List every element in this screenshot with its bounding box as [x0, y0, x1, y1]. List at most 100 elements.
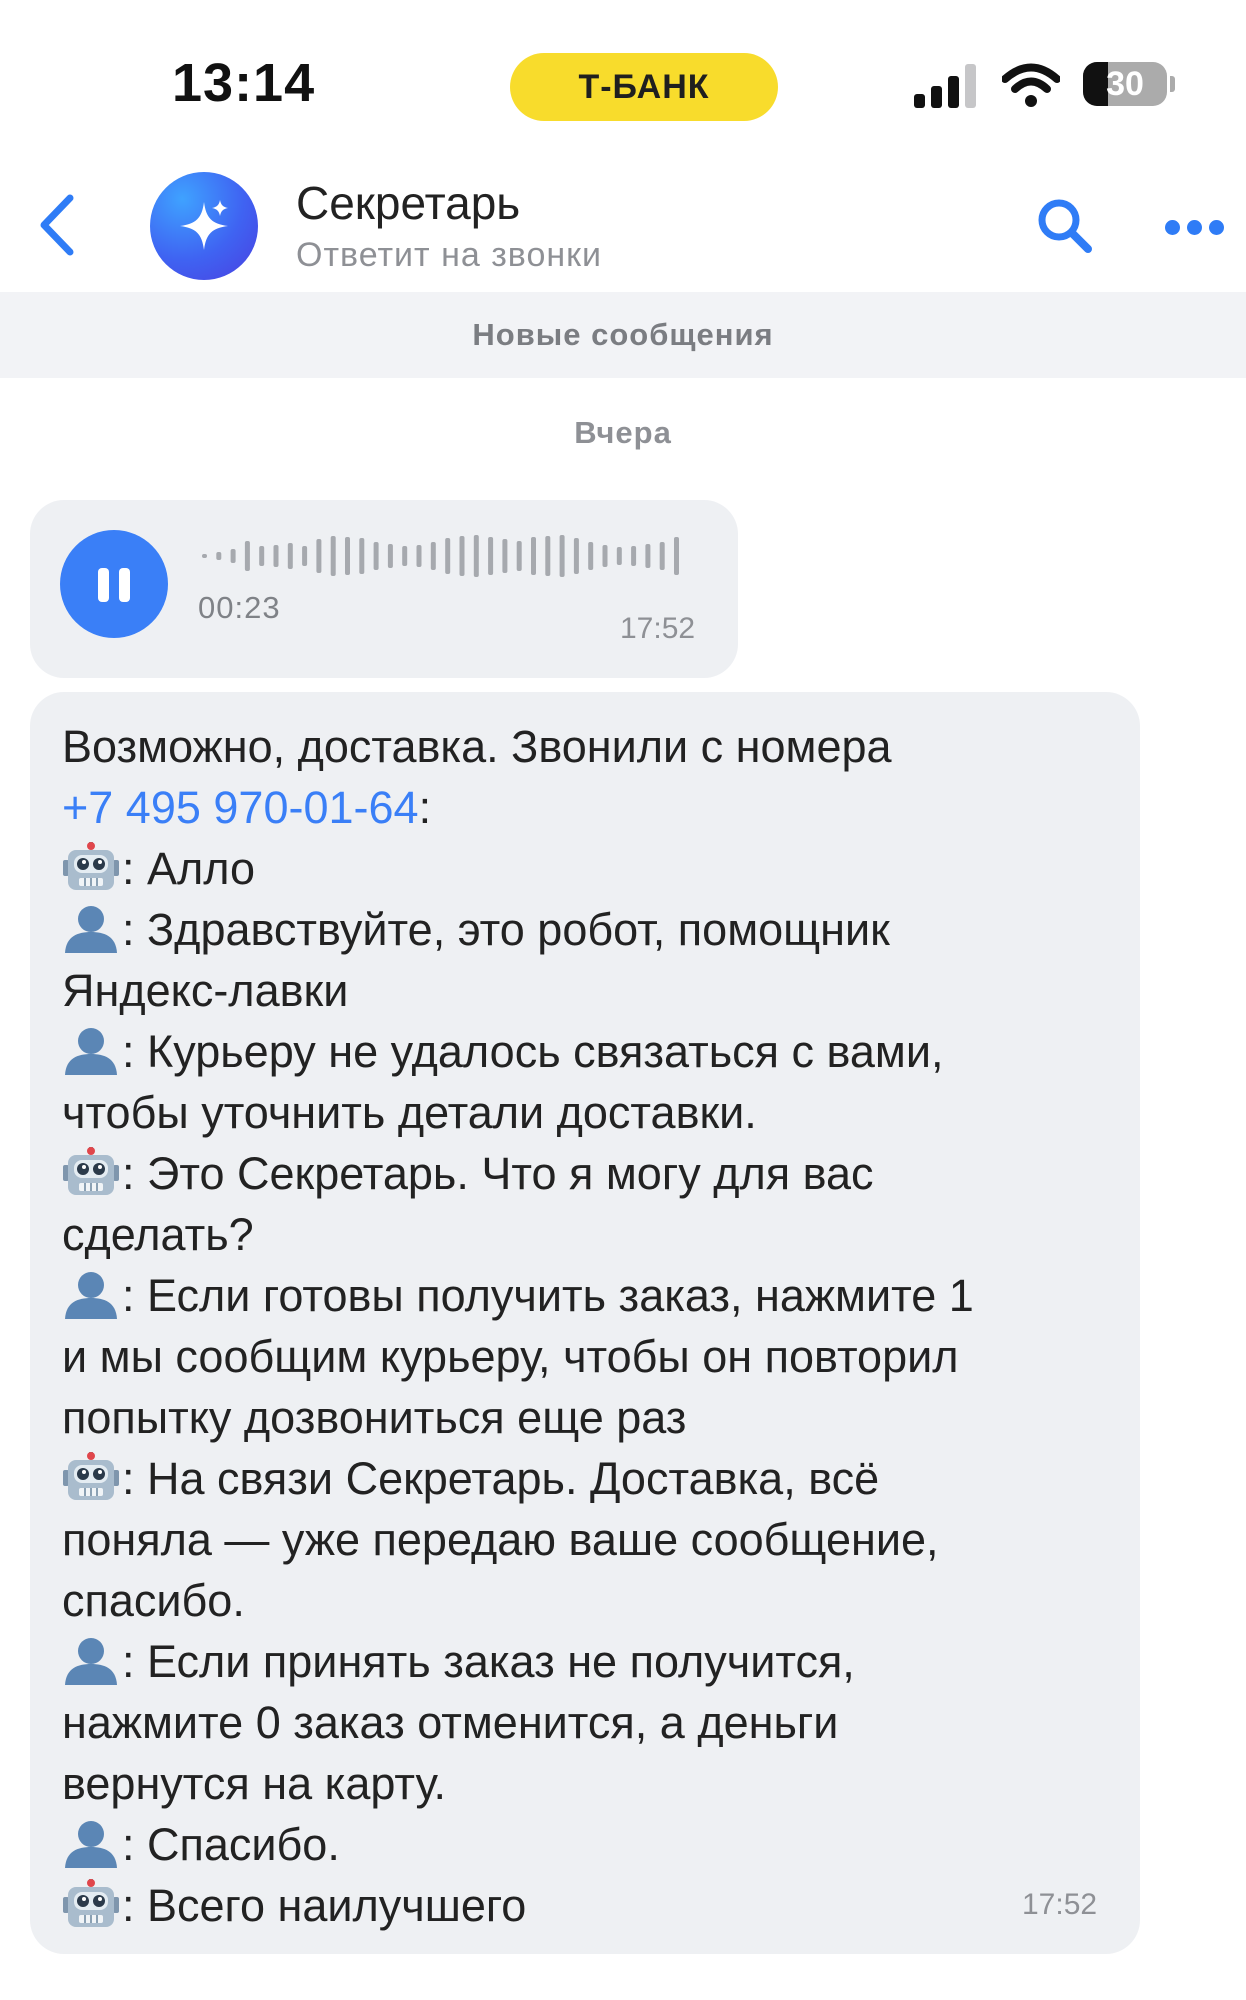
waveform-bar	[559, 535, 565, 577]
transcript: : Алло : Здравствуйте, это робот, помощни…	[62, 838, 1132, 1936]
waveform-bar	[545, 536, 551, 576]
sparkle-icon	[180, 200, 228, 250]
waveform-bar	[302, 546, 308, 566]
chat-title: Секретарь	[296, 177, 521, 229]
waveform-bar	[459, 536, 465, 576]
waveform-bar	[659, 542, 665, 570]
robot-face-icon	[62, 1879, 120, 1929]
pause-icon[interactable]	[60, 530, 168, 638]
transcript-text: нажмите 0 заказ отменится, а деньги	[62, 1697, 839, 1748]
phone-link[interactable]: +7 495 970-01-64	[62, 782, 419, 833]
transcript-line: сделать?	[62, 1204, 1132, 1265]
waveform[interactable]	[198, 528, 698, 584]
waveform-bar	[387, 544, 393, 568]
voice-duration: 00:23	[198, 590, 281, 625]
waveform-bar	[473, 535, 479, 577]
transcript-line: : Если готовы получить заказ, нажмите 1	[62, 1265, 1132, 1326]
robot-face-icon	[62, 1452, 120, 1502]
transcript-text: : Это Секретарь. Что я могу для вас	[122, 1148, 874, 1199]
wifi-icon	[1002, 63, 1060, 107]
waveform-bar	[588, 542, 594, 570]
status-time: 13:14	[172, 53, 316, 113]
waveform-bar	[345, 537, 350, 575]
person-silhouette-icon	[62, 903, 120, 953]
transcript-text: вернутся на карту.	[62, 1758, 447, 1809]
text-message-bubble[interactable]: Возможно, доставка. Звонили с номера +7 …	[30, 692, 1140, 1954]
waveform-bar	[445, 538, 451, 574]
transcript-text: : Всего наилучшего	[122, 1880, 527, 1931]
person-silhouette-icon	[62, 1269, 120, 1319]
search-icon[interactable]	[1035, 196, 1093, 254]
date-separator: Вчера	[574, 415, 672, 450]
person-silhouette-icon	[62, 1818, 120, 1868]
waveform-bar	[202, 554, 207, 558]
waveform-bar	[430, 542, 436, 570]
transcript-text: чтобы уточнить детали доставки.	[62, 1087, 757, 1138]
message-line: +7 495 970-01-64:	[62, 777, 1132, 838]
transcript-text: : Если принять заказ не получится,	[122, 1636, 855, 1687]
transcript-text: : На связи Секретарь. Доставка, всё	[122, 1453, 880, 1504]
robot-face-icon	[62, 842, 120, 892]
transcript-line: спасибо.	[62, 1570, 1132, 1631]
transcript-line: нажмите 0 заказ отменится, а деньги	[62, 1692, 1132, 1753]
transcript-text: поняла — уже передаю ваше сообщение,	[62, 1514, 939, 1565]
person-silhouette-icon	[62, 1635, 120, 1685]
transcript-line: чтобы уточнить детали доставки.	[62, 1082, 1132, 1143]
more-dots-icon[interactable]	[1165, 216, 1225, 240]
person-silhouette-icon	[62, 1025, 120, 1075]
waveform-bar	[631, 546, 637, 566]
transcript-text: : Курьеру не удалось связаться с вами,	[122, 1026, 944, 1077]
transcript-text: : Алло	[122, 843, 256, 894]
voice-message-bubble[interactable]: 00:23 17:52	[30, 500, 738, 678]
transcript-line: : На связи Секретарь. Доставка, всё	[62, 1448, 1132, 1509]
waveform-bar	[416, 545, 422, 567]
transcript-line: : Это Секретарь. Что я могу для вас	[62, 1143, 1132, 1204]
transcript-text: попытку дозвониться еще раз	[62, 1392, 687, 1443]
message-line: Возможно, доставка. Звонили с номера	[62, 721, 892, 772]
transcript-line: : Спасибо.	[62, 1814, 1132, 1875]
waveform-bar	[273, 545, 279, 567]
waveform-bar	[674, 537, 679, 575]
waveform-bar	[616, 547, 622, 565]
waveform-bar	[287, 543, 293, 569]
new-messages-label: Новые сообщения	[472, 317, 774, 352]
transcript-text: сделать?	[62, 1209, 254, 1260]
voice-message-time: 17:52	[620, 612, 696, 645]
transcript-text: : Спасибо.	[122, 1819, 340, 1870]
waveform-bar	[645, 544, 651, 568]
transcript-line: : Алло	[62, 838, 1132, 899]
waveform-bar	[516, 541, 522, 571]
transcript-text: и мы сообщим курьеру, чтобы он повторил	[62, 1331, 959, 1382]
waveform-bar	[573, 538, 579, 574]
bank-badge[interactable]: Т-БАНК	[510, 53, 778, 121]
waveform-bar	[531, 537, 536, 575]
transcript-line: : Всего наилучшего	[62, 1875, 1132, 1936]
transcript-line: Яндекс-лавки	[62, 960, 1132, 1021]
waveform-bar	[402, 546, 408, 566]
avatar[interactable]	[150, 172, 258, 280]
chat-subtitle: Ответит на звонки	[296, 236, 603, 274]
transcript-line: поняла — уже передаю ваше сообщение,	[62, 1509, 1132, 1570]
transcript-line: : Курьеру не удалось связаться с вами,	[62, 1021, 1132, 1082]
waveform-bar	[373, 542, 379, 570]
waveform-bar	[330, 536, 336, 576]
waveform-bar	[316, 539, 322, 573]
waveform-bar	[502, 539, 508, 573]
transcript-text: : Если готовы получить заказ, нажмите 1	[122, 1270, 974, 1321]
message-text: Возможно, доставка. Звонили с номера +7 …	[62, 716, 1132, 1936]
waveform-bar	[259, 546, 265, 566]
chevron-left-icon[interactable]	[30, 190, 86, 260]
cellular-signal-icon	[914, 62, 984, 108]
battery-icon: 30	[1083, 62, 1167, 106]
new-messages-banner: Новые сообщения	[0, 292, 1246, 378]
transcript-line: вернутся на карту.	[62, 1753, 1132, 1814]
transcript-line: : Если принять заказ не получится,	[62, 1631, 1132, 1692]
waveform-bar	[230, 549, 236, 563]
transcript-text: : Здравствуйте, это робот, помощник	[122, 904, 890, 955]
battery-level: 30	[1106, 64, 1144, 103]
status-bar: 13:14 Т-БАНК 30	[0, 0, 1246, 150]
bank-badge-label: Т-БАНК	[578, 67, 710, 106]
waveform-bar	[359, 538, 365, 574]
transcript-line: и мы сообщим курьеру, чтобы он повторил	[62, 1326, 1132, 1387]
transcript-line: попытку дозвониться еще раз	[62, 1387, 1132, 1448]
